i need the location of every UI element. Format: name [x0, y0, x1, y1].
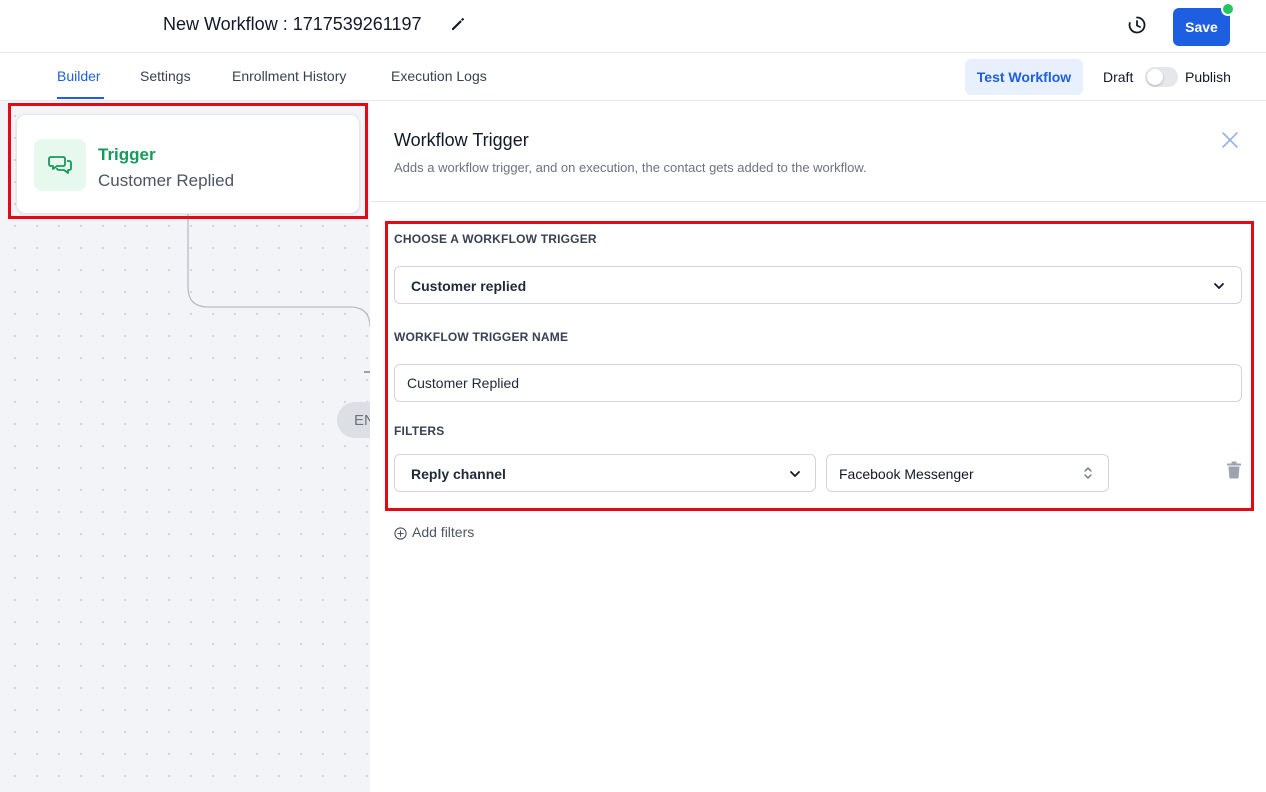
trigger-title: Trigger: [98, 145, 156, 164]
trigger-name-input[interactable]: [394, 364, 1242, 402]
trigger-type-select[interactable]: Customer replied: [394, 266, 1242, 304]
chevron-down-icon: [790, 471, 800, 477]
chevron-down-icon: [1214, 283, 1224, 289]
plus-circle-icon: [394, 527, 407, 540]
filter-field-select[interactable]: Reply channel: [394, 454, 816, 492]
trigger-name-label: WORKFLOW TRIGGER NAME: [394, 330, 569, 344]
trigger-icon-box: [34, 139, 86, 191]
active-tab-indicator: [57, 97, 104, 99]
trigger-node[interactable]: Trigger Customer Replied: [16, 114, 360, 214]
tab-bar: Builder Settings Enrollment History Exec…: [0, 53, 1266, 101]
tab-settings[interactable]: Settings: [140, 68, 191, 84]
trigger-type-value: Customer replied: [411, 278, 527, 294]
trigger-settings-panel: Workflow Trigger Adds a workflow trigger…: [370, 101, 1266, 792]
filter-value-select[interactable]: Facebook Messenger: [826, 454, 1109, 492]
save-button[interactable]: Save: [1173, 8, 1230, 46]
add-filters-button[interactable]: Add filters: [394, 524, 474, 540]
tab-builder[interactable]: Builder: [57, 68, 101, 84]
sort-icon: [1084, 467, 1092, 479]
top-bar: New Workflow : 1717539261197 Save: [0, 0, 1266, 53]
end-node[interactable]: EN: [337, 402, 370, 438]
add-filters-label: Add filters: [412, 524, 475, 540]
test-workflow-button[interactable]: Test Workflow: [965, 59, 1083, 95]
filter-field-value: Reply channel: [411, 466, 506, 482]
panel-title: Workflow Trigger: [394, 130, 529, 150]
toggle-knob: [1147, 69, 1163, 85]
draft-label: Draft: [1103, 69, 1134, 85]
filters-label: FILTERS: [394, 424, 445, 438]
trigger-subtitle: Customer Replied: [98, 171, 235, 190]
pencil-icon[interactable]: [450, 16, 466, 32]
trash-icon[interactable]: [1226, 461, 1242, 479]
panel-description: Adds a workflow trigger, and on executio…: [394, 160, 867, 175]
tab-enrollment-history[interactable]: Enrollment History: [232, 68, 346, 84]
chat-icon: [48, 156, 72, 174]
panel-divider: [370, 201, 1266, 202]
close-icon[interactable]: [1221, 131, 1239, 149]
history-icon[interactable]: [1127, 15, 1147, 35]
status-dot: [1221, 2, 1235, 16]
choose-trigger-label: CHOOSE A WORKFLOW TRIGGER: [394, 232, 597, 246]
publish-label: Publish: [1185, 69, 1231, 85]
workflow-title: New Workflow : 1717539261197: [163, 14, 422, 34]
filter-value: Facebook Messenger: [839, 466, 974, 482]
tab-execution-logs[interactable]: Execution Logs: [391, 68, 487, 84]
publish-toggle[interactable]: [1145, 67, 1178, 87]
